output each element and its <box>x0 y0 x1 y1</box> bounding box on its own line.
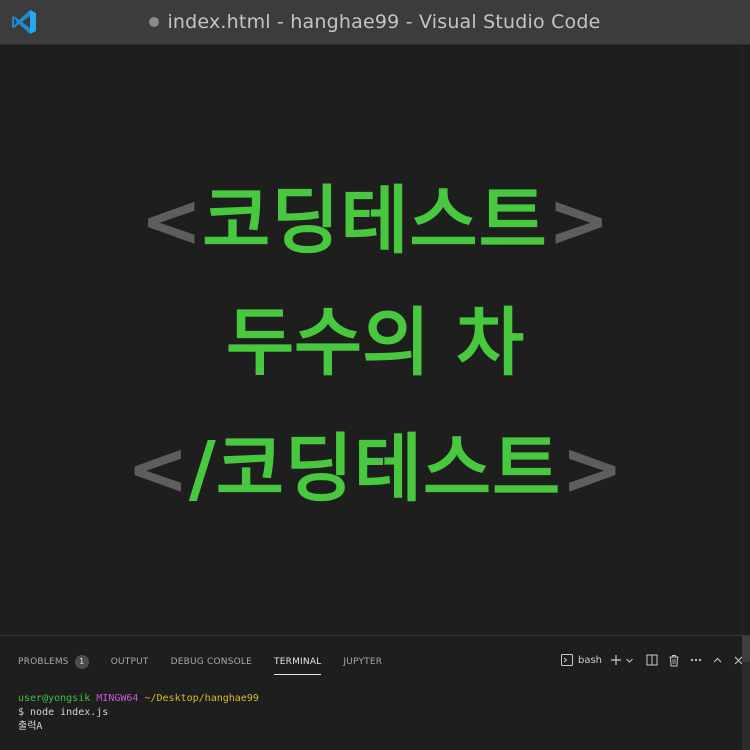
tab-problems-label: PROBLEMS <box>18 657 69 667</box>
tab-jupyter-label: JUPYTER <box>343 657 383 667</box>
tab-jupyter[interactable]: JUPYTER <box>343 652 382 672</box>
chevron-down-icon <box>626 658 633 663</box>
tab-terminal[interactable]: TERMINAL <box>274 652 322 675</box>
more-actions-button[interactable] <box>690 651 702 669</box>
window-title-text: index.html - hanghae99 - Visual Studio C… <box>167 11 601 33</box>
trash-icon <box>669 654 679 666</box>
banner-close-tag: </코딩테스트> <box>0 421 750 517</box>
chevron-up-icon <box>713 657 722 662</box>
split-terminal-button[interactable] <box>646 651 658 669</box>
banner-title-text: 코딩테스트 <box>202 178 548 264</box>
close-angle-bracket: > <box>547 178 610 264</box>
banner-open-tag: <코딩테스트> <box>0 173 750 269</box>
tab-output[interactable]: OUTPUT <box>111 652 149 672</box>
title-bar: index.html - hanghae99 - Visual Studio C… <box>0 0 750 45</box>
banner-closing-text: 코딩테스트 <box>215 426 562 512</box>
banner-subject-text: 두수의 차 <box>225 300 525 386</box>
closing-open-angle-bracket: < <box>126 426 189 512</box>
tab-terminal-label: TERMINAL <box>274 657 322 667</box>
maximize-panel-button[interactable] <box>712 651 723 669</box>
editor-scrollbar[interactable] <box>742 45 750 635</box>
terminal-output-line: 출력A <box>18 721 43 732</box>
terminal-command-line: $ node index.js <box>18 707 109 718</box>
terminal-user: user@yongsik <box>18 693 91 704</box>
tab-output-label: OUTPUT <box>110 657 149 667</box>
editor-area[interactable]: <코딩테스트> 두수의 차 </코딩테스트> <box>0 45 750 635</box>
tab-problems[interactable]: PROBLEMS 1 <box>18 652 89 672</box>
closing-slash: / <box>188 426 216 512</box>
shell-name: bash <box>577 654 602 666</box>
panel-actions: bash <box>552 650 744 670</box>
plus-icon <box>611 655 621 665</box>
new-terminal-button[interactable] <box>610 651 622 669</box>
split-icon <box>646 654 658 666</box>
panel-scrollbar-thumb[interactable] <box>742 636 750 662</box>
terminal-dropdown-button[interactable] <box>625 651 634 669</box>
terminal-icon <box>560 654 573 666</box>
terminal-prompt-line: user@yongsik MINGW64 ~/Desktop/hanghae99 <box>18 692 259 706</box>
terminal-host: MINGW64 <box>96 693 139 704</box>
window-title: index.html - hanghae99 - Visual Studio C… <box>0 0 750 45</box>
tab-debug-console[interactable]: DEBUG CONSOLE <box>171 652 252 672</box>
terminal-selector[interactable]: bash <box>560 651 602 669</box>
more-icon <box>690 658 702 662</box>
kill-terminal-button[interactable] <box>668 651 680 669</box>
unsaved-dot-icon <box>149 17 160 27</box>
terminal-output[interactable]: user@yongsik MINGW64 ~/Desktop/hanghae99… <box>18 692 259 734</box>
tab-debug-console-label: DEBUG CONSOLE <box>170 657 253 667</box>
banner-subject: 두수의 차 <box>0 295 750 391</box>
bottom-panel: PROBLEMS 1 OUTPUT DEBUG CONSOLE TERMINAL… <box>0 635 750 750</box>
closing-close-angle-bracket: > <box>561 426 624 512</box>
terminal-path: ~/Desktop/hanghae99 <box>144 693 259 704</box>
problems-count-badge: 1 <box>74 655 89 669</box>
panel-scrollbar[interactable] <box>742 636 750 750</box>
open-angle-bracket: < <box>140 178 203 264</box>
panel-tabs: PROBLEMS 1 OUTPUT DEBUG CONSOLE TERMINAL… <box>18 652 404 675</box>
